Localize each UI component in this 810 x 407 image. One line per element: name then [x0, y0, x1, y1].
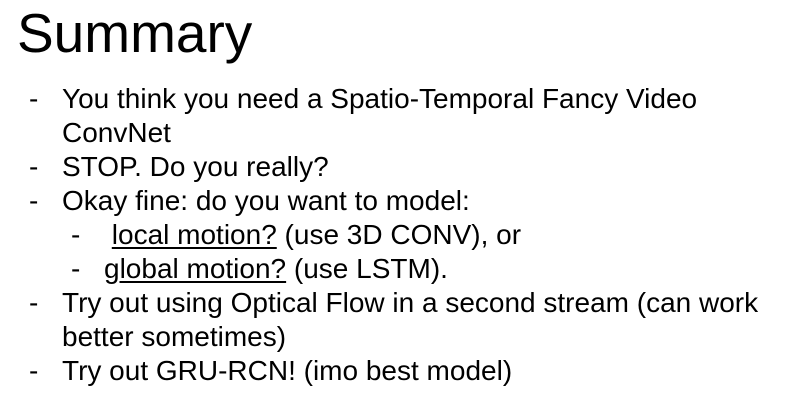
- bullet-text: Try out using Optical Flow in a second s…: [62, 287, 759, 318]
- bullet-dash: -: [29, 185, 39, 216]
- sub-bullet-rest: (use 3D CONV), or: [276, 219, 522, 250]
- bullet-item: - STOP. Do you really?: [0, 150, 810, 184]
- bullet-continuation: better sometimes): [0, 320, 810, 354]
- sub-bullet-rest: (use LSTM).: [286, 253, 448, 284]
- bullet-dash: -: [29, 83, 39, 114]
- sub-bullet-item: - local motion? (use 3D CONV), or: [0, 218, 810, 252]
- bullet-text-continued: better sometimes): [62, 321, 287, 352]
- bullet-list: - You think you need a Spatio-Temporal F…: [0, 82, 810, 388]
- bullet-dash: -: [29, 355, 39, 386]
- bullet-dash: -: [71, 253, 81, 284]
- bullet-text: Try out GRU-RCN! (imo best model): [62, 355, 513, 386]
- sub-bullet-text: global motion? (use LSTM).: [104, 252, 448, 286]
- slide-title: Summary: [17, 2, 253, 64]
- bullet-text: You think you need a Spatio-Temporal Fan…: [62, 83, 698, 114]
- sub-bullet-text: local motion? (use 3D CONV), or: [104, 218, 521, 252]
- bullet-text-continued: ConvNet: [62, 117, 171, 148]
- bullet-text: STOP. Do you really?: [62, 151, 329, 182]
- bullet-item: - Okay fine: do you want to model:: [0, 184, 810, 218]
- bullet-item: - Try out using Optical Flow in a second…: [0, 286, 810, 320]
- bullet-item: - You think you need a Spatio-Temporal F…: [0, 82, 810, 116]
- local-motion-link[interactable]: local motion?: [112, 219, 277, 250]
- sub-bullet-item: - global motion? (use LSTM).: [0, 252, 810, 286]
- bullet-dash: -: [71, 219, 81, 250]
- bullet-item: - Try out GRU-RCN! (imo best model): [0, 354, 810, 388]
- bullet-continuation: ConvNet: [0, 116, 810, 150]
- bullet-dash: -: [29, 287, 39, 318]
- slide: Summary - You think you need a Spatio-Te…: [0, 0, 810, 407]
- bullet-dash: -: [29, 151, 39, 182]
- bullet-text: Okay fine: do you want to model:: [62, 185, 470, 216]
- global-motion-link[interactable]: global motion?: [104, 253, 286, 284]
